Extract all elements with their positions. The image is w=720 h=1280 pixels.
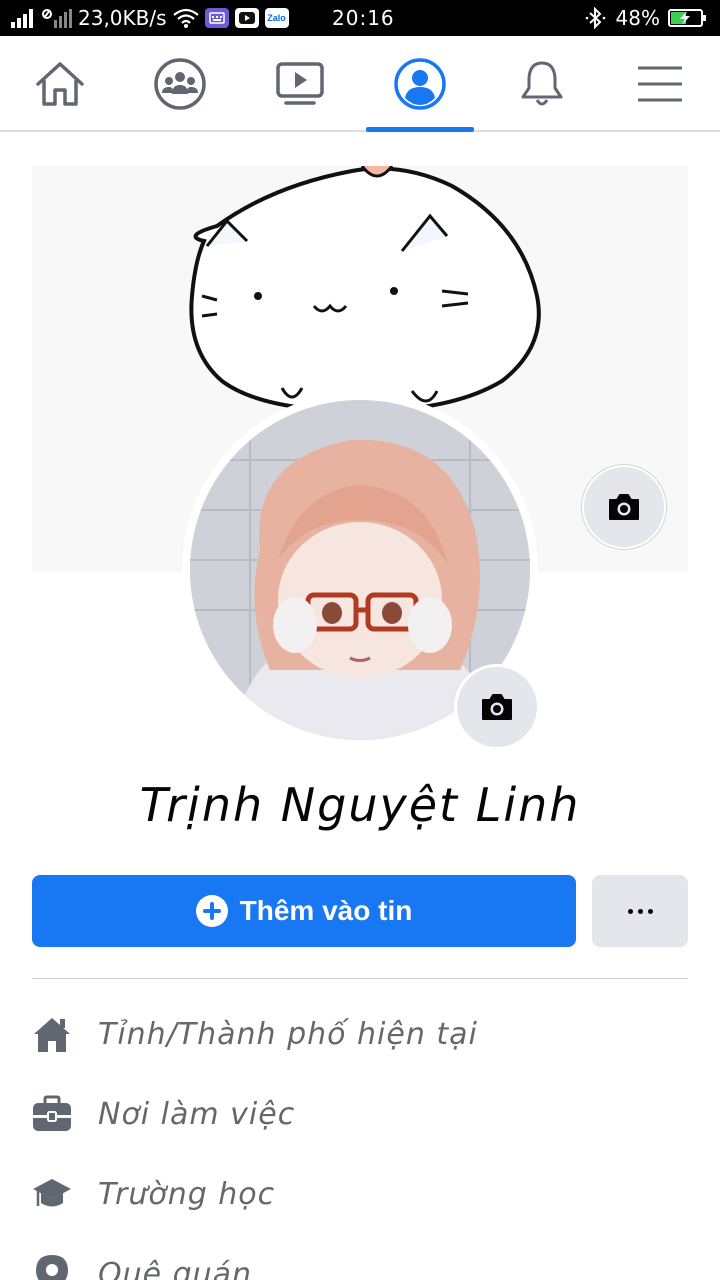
status-bar: 23,0KB/s Zalo 20:16 48% <box>0 0 720 36</box>
watch-video-icon <box>276 62 324 105</box>
section-divider <box>32 978 688 979</box>
location-pin-icon <box>32 1254 72 1280</box>
battery-charging-icon <box>668 9 706 27</box>
graduation-cap-icon <box>32 1174 72 1214</box>
zalo-app-icon: Zalo <box>264 8 289 28</box>
more-options-button[interactable] <box>592 875 688 947</box>
add-to-story-label: Thêm vào tin <box>239 895 413 926</box>
detail-label: Quê quán <box>98 1256 253 1280</box>
camera-icon <box>482 694 512 720</box>
network-speed: 23,0KB/s <box>78 6 167 30</box>
youtube-app-icon <box>234 8 259 28</box>
status-right: 48% <box>584 5 708 31</box>
status-left: 23,0KB/s Zalo <box>10 5 289 31</box>
no-sim-signal-icon <box>42 9 72 28</box>
hamburger-menu-icon <box>638 66 682 102</box>
detail-label: Tỉnh/Thành phố hiện tại <box>98 1016 478 1052</box>
tab-home[interactable] <box>5 36 115 132</box>
wifi-icon <box>172 8 199 28</box>
detail-current-city[interactable]: Tỉnh/Thành phố hiện tại <box>32 1004 688 1064</box>
briefcase-icon <box>32 1094 72 1134</box>
tab-profile[interactable] <box>365 36 475 132</box>
detail-hometown[interactable]: Quê quán <box>32 1244 688 1280</box>
avatar-camera-button[interactable] <box>454 664 540 750</box>
tab-menu[interactable] <box>605 36 715 132</box>
bell-icon <box>521 61 563 106</box>
camera-icon <box>609 494 639 520</box>
house-icon <box>32 1014 72 1054</box>
detail-workplace[interactable]: Nơi làm việc <box>32 1084 688 1144</box>
home-icon <box>36 62 84 106</box>
plus-circle-icon <box>195 895 228 927</box>
detail-label: Nơi làm việc <box>98 1096 296 1132</box>
ellipsis-icon <box>627 908 653 914</box>
groups-icon <box>154 58 206 110</box>
top-navigation <box>0 36 720 132</box>
detail-label: Trường học <box>98 1176 276 1212</box>
add-to-story-button[interactable]: Thêm vào tin <box>32 875 576 947</box>
tab-notifications[interactable] <box>487 36 597 132</box>
keyboard-app-icon <box>204 8 229 28</box>
cover-camera-button[interactable] <box>582 465 666 549</box>
tab-watch[interactable] <box>245 36 355 132</box>
tab-groups[interactable] <box>125 36 235 132</box>
clock: 20:16 <box>332 6 395 30</box>
bluetooth-icon <box>585 7 605 29</box>
battery-percent: 48% <box>615 6 660 30</box>
profile-icon <box>394 58 446 110</box>
profile-name: Trịnh Nguyệt Linh <box>139 778 581 832</box>
active-tab-indicator <box>366 127 474 132</box>
detail-school[interactable]: Trường học <box>32 1164 688 1224</box>
signal-icon <box>11 9 33 28</box>
